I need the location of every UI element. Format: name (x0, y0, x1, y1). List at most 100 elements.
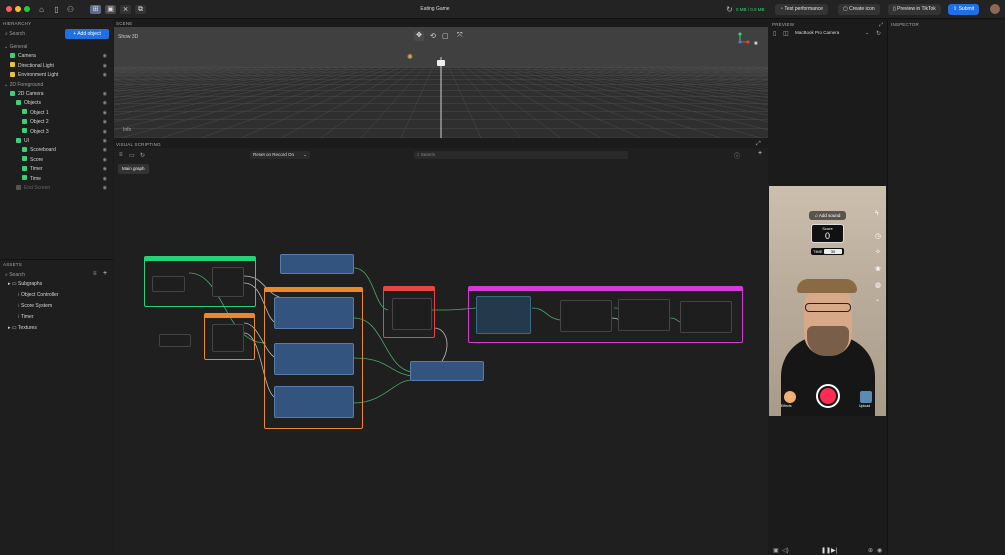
visibility-icon[interactable]: ◉ (103, 128, 107, 137)
pause-icon[interactable]: ❚❚ (821, 547, 831, 554)
camera-view-icon[interactable]: ■ (754, 41, 758, 47)
submit-button[interactable]: ⇪ Submit (948, 4, 980, 15)
preview-tiktok-button[interactable]: ▯ Preview in TikTok (888, 4, 941, 15)
visibility-icon[interactable]: ◉ (103, 118, 107, 127)
hierarchy-row[interactable]: Object 1 ◉ (0, 109, 112, 118)
layout-toggle-2[interactable]: ▣ (105, 5, 116, 14)
transform-tool-icon[interactable]: ⤧ (457, 32, 463, 40)
add-object-button[interactable]: + Add object (65, 29, 109, 39)
graph-node[interactable] (212, 267, 244, 297)
graph-node[interactable] (410, 361, 484, 381)
axis-gizmo[interactable] (734, 32, 750, 48)
asset-row[interactable]: ▸ ▭ Textures (0, 324, 112, 333)
maximize-window-button[interactable] (24, 6, 30, 12)
graph-node[interactable] (476, 296, 531, 334)
step-forward-icon[interactable]: ▶| (831, 547, 837, 554)
refresh-icon[interactable]: ↻ (725, 5, 734, 14)
visibility-icon[interactable]: ◉ (103, 62, 107, 71)
timer-icon[interactable]: ◷ (875, 232, 881, 240)
visibility-icon[interactable]: ◉ (103, 156, 107, 165)
camera-select[interactable]: MacBook Pro Camera ⌄ (793, 29, 871, 37)
hierarchy-row[interactable]: Objects ◉ (0, 99, 112, 108)
hierarchy-row[interactable]: ⌄ General (0, 43, 112, 52)
hierarchy-search-input[interactable]: ⌕ Search (5, 30, 60, 39)
visibility-icon[interactable]: ◉ (103, 175, 107, 184)
scene-info-toggle[interactable]: Info (123, 127, 131, 133)
graph-node[interactable] (274, 343, 354, 375)
device-icon[interactable]: ▯ (773, 30, 776, 37)
asset-row[interactable]: ⁝ Object Controller (0, 291, 112, 300)
hierarchy-row[interactable]: End Screen ◉ (0, 184, 112, 193)
magic-icon[interactable]: ✧ (875, 248, 881, 256)
asset-row[interactable]: ▸ ▭ Subgraphs (0, 280, 112, 289)
rotate-tool-icon[interactable]: ⟲ (430, 32, 436, 40)
visibility-icon[interactable]: ◉ (103, 146, 107, 155)
visual-scripting-canvas[interactable]: ≡ ▭ ↻ Reset on Record On ⌄ ⌕ Search ⓘ + M… (114, 148, 768, 555)
show-3d-toggle[interactable]: Show 3D (118, 34, 138, 40)
layout-toggle-3[interactable]: ⨯ (120, 5, 131, 14)
hierarchy-row[interactable]: Score ◉ (0, 156, 112, 165)
graph-node[interactable] (280, 254, 354, 274)
home-icon[interactable]: ⌂ (37, 5, 46, 14)
asset-row[interactable]: ⁝ Score System (0, 302, 112, 311)
camera-icon[interactable]: ◫ (783, 30, 789, 37)
avatar[interactable] (990, 4, 1000, 14)
hierarchy-row[interactable]: Scoreboard ◉ (0, 146, 112, 155)
hierarchy-row[interactable]: Object 2 ◉ (0, 118, 112, 127)
hierarchy-row[interactable]: Time ◉ (0, 175, 112, 184)
record-settings-icon[interactable]: ◉ (877, 547, 882, 554)
zoom-icon[interactable]: ⊕ (868, 547, 873, 554)
close-window-button[interactable] (6, 6, 12, 12)
visibility-icon[interactable]: ◉ (103, 109, 107, 118)
graph-node[interactable] (212, 324, 244, 352)
effects-icon[interactable]: ☺ (784, 391, 796, 403)
filter-icon[interactable]: ≡ (93, 271, 97, 277)
hierarchy-row[interactable]: Environment Light ◉ (0, 71, 112, 80)
graph-node[interactable] (560, 300, 612, 332)
scene-viewport[interactable]: Show 3D ✥ ⟲ ▢ ⤧ ✺ ■ Info (114, 27, 768, 138)
expand-icon[interactable]: ⤢ (756, 141, 761, 148)
create-icon-button[interactable]: ▢ Create icon (838, 4, 880, 15)
layout-toggle-1[interactable]: ⊞ (90, 5, 101, 14)
hierarchy-row[interactable]: Object 3 ◉ (0, 128, 112, 137)
graph-node[interactable] (392, 298, 432, 330)
assets-search-input[interactable]: ⌕ Search (5, 271, 75, 279)
refresh-icon[interactable]: ↻ (876, 30, 881, 37)
asset-row[interactable]: ⁝ Timer (0, 313, 112, 322)
graph-node[interactable] (152, 276, 185, 292)
visibility-icon[interactable]: ◉ (103, 52, 107, 61)
more-chevron-icon[interactable]: ⌄ (875, 296, 880, 303)
move-tool-icon[interactable]: ✥ (414, 31, 424, 41)
scale-tool-icon[interactable]: ▢ (442, 32, 449, 40)
popout-icon[interactable]: ⤢ (879, 22, 883, 28)
beauty-icon[interactable]: ◍ (875, 281, 881, 289)
add-asset-icon[interactable]: + (103, 270, 107, 277)
hierarchy-row[interactable]: ⌄ 2D Foreground (0, 81, 112, 90)
hierarchy-row[interactable]: Directional Light ◉ (0, 62, 112, 71)
people-icon[interactable]: ⚇ (66, 5, 75, 14)
flash-icon[interactable]: ϟ (875, 210, 879, 217)
upload-thumbnail-icon[interactable] (860, 391, 872, 403)
graph-node[interactable] (274, 386, 354, 418)
hierarchy-row[interactable]: Timer ◉ (0, 165, 112, 174)
visibility-icon[interactable]: ◉ (103, 71, 107, 80)
filters-icon[interactable]: ❀ (875, 265, 881, 273)
add-sound-button[interactable]: ♫ Add sound (809, 211, 846, 220)
visibility-icon[interactable]: ◉ (103, 137, 107, 146)
visibility-icon[interactable]: ◉ (103, 184, 107, 193)
hierarchy-row[interactable]: Camera ◉ (0, 52, 112, 61)
book-icon[interactable]: ▯ (52, 5, 61, 14)
graph-node[interactable] (680, 301, 732, 333)
test-performance-button[interactable]: ◔ Test performance (775, 4, 828, 15)
minimize-window-button[interactable] (15, 6, 21, 12)
visibility-icon[interactable]: ◉ (103, 165, 107, 174)
graph-node[interactable] (159, 334, 191, 347)
volume-icon[interactable]: ◁) (782, 547, 789, 554)
visibility-icon[interactable]: ◉ (103, 90, 107, 99)
hierarchy-row[interactable]: 2D Camera ◉ (0, 90, 112, 99)
record-button[interactable] (816, 384, 840, 408)
screenshot-icon[interactable]: ▣ (773, 547, 779, 554)
graph-node[interactable] (274, 297, 354, 329)
hierarchy-row[interactable]: UI ◉ (0, 137, 112, 146)
graph-node[interactable] (618, 299, 670, 331)
